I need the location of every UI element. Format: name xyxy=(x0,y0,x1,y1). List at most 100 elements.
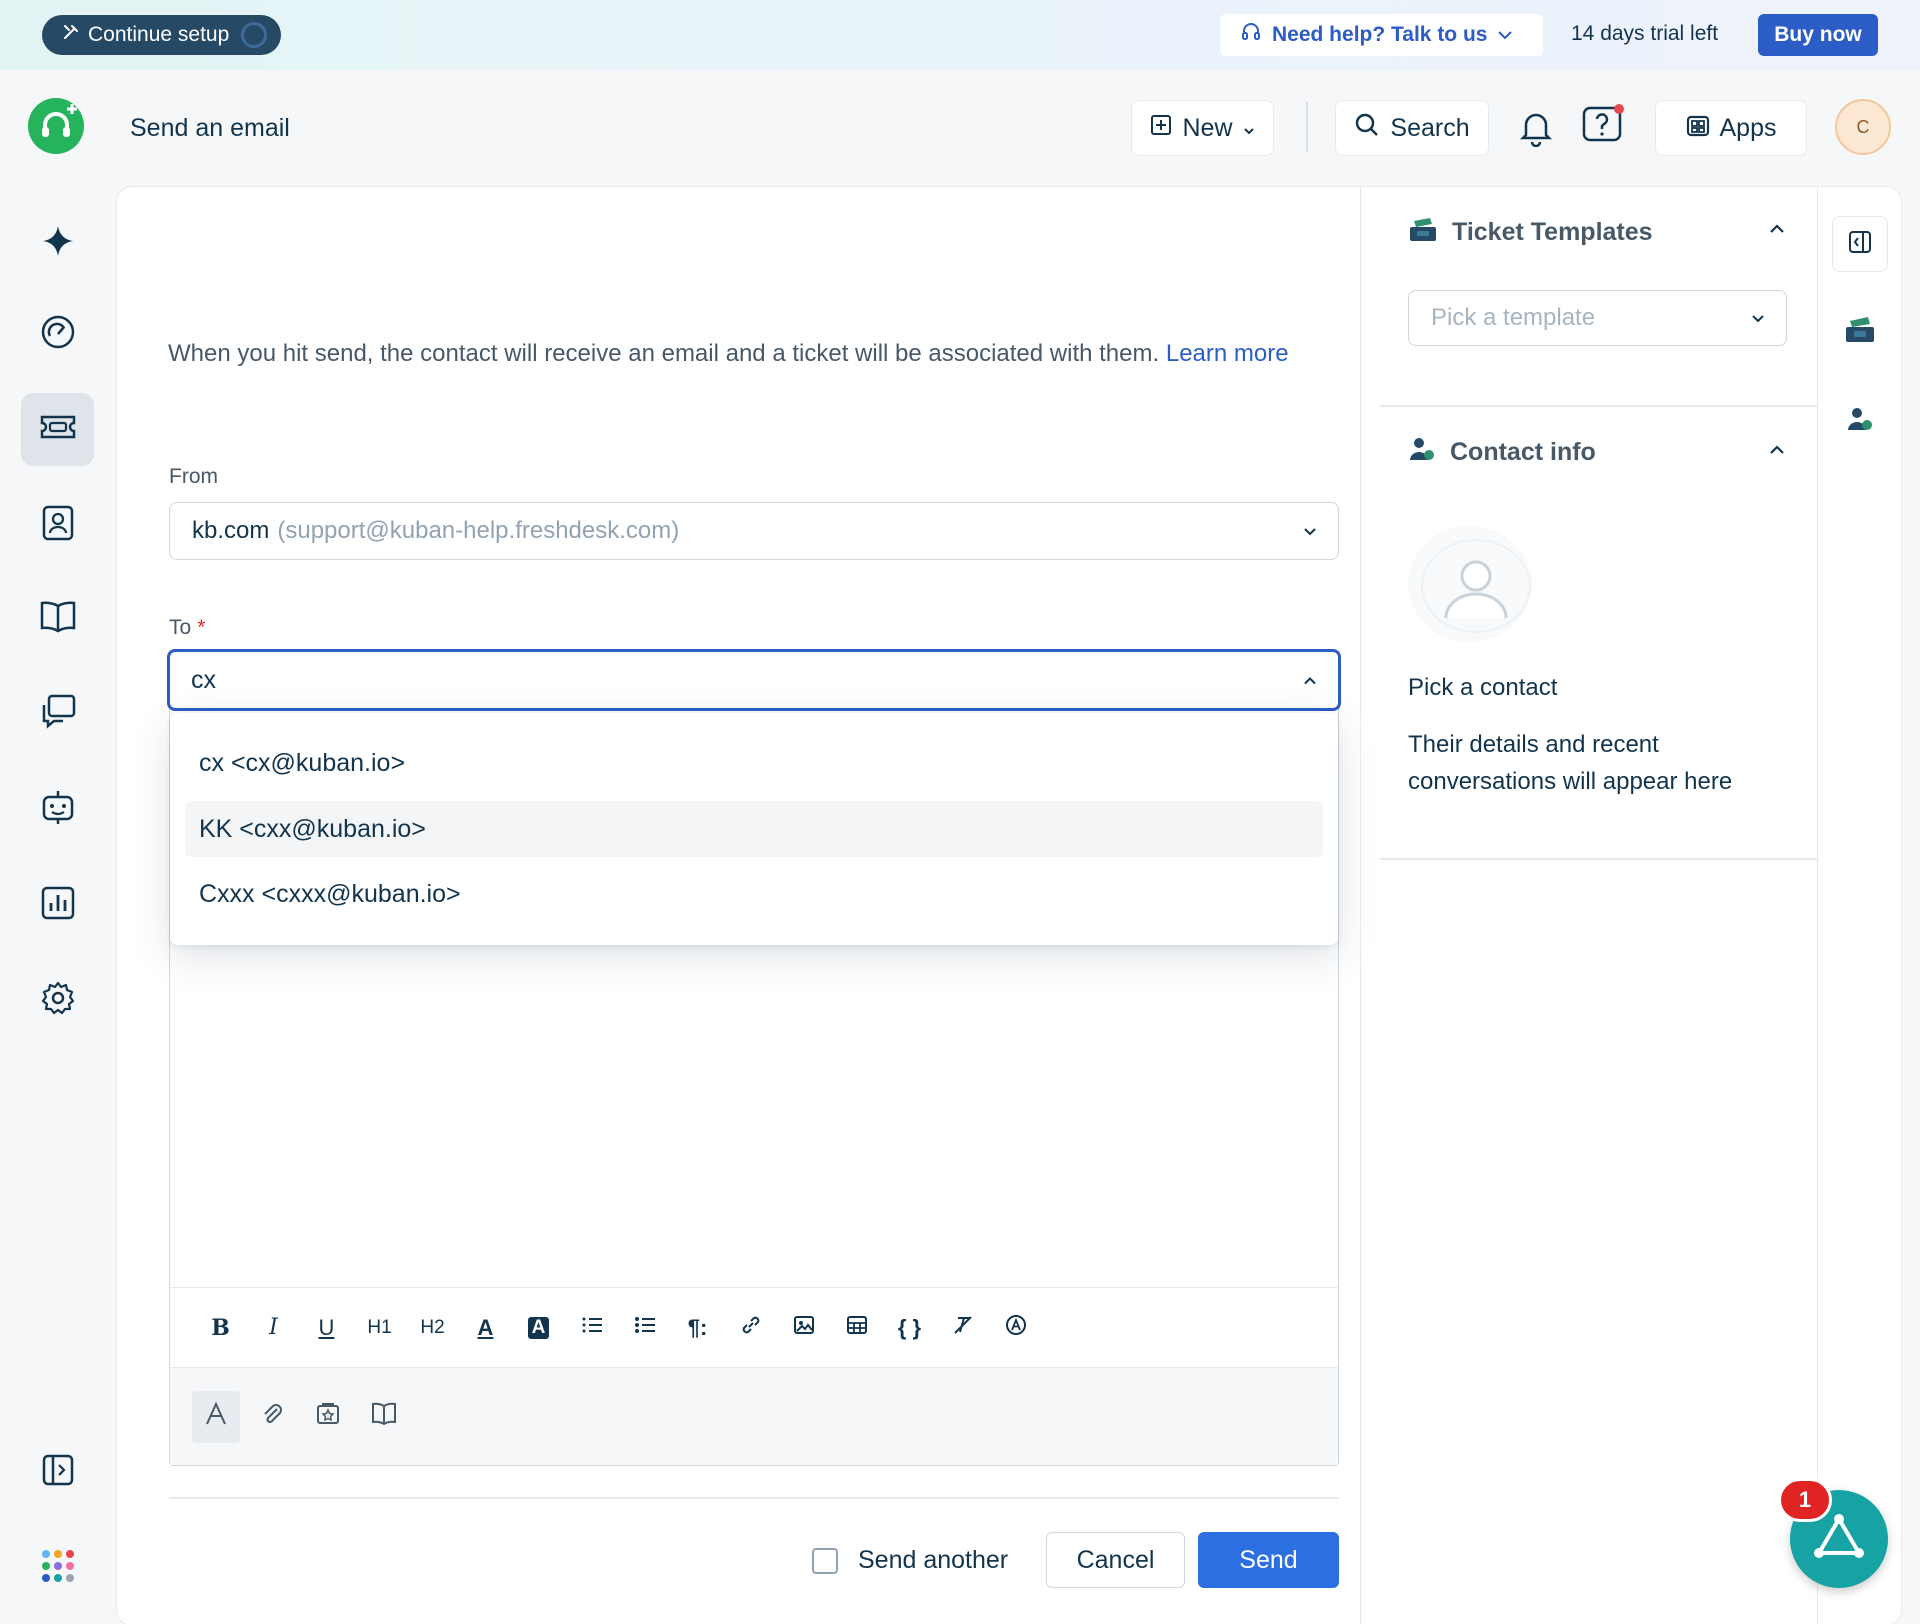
app-logo[interactable] xyxy=(28,98,84,154)
font-color-glyph: A xyxy=(477,1314,494,1340)
contact-book-icon xyxy=(41,504,75,547)
bot-icon xyxy=(39,788,77,831)
gear-icon xyxy=(40,980,76,1021)
bell-icon[interactable] xyxy=(1514,105,1558,149)
background-color-button[interactable]: A xyxy=(512,1308,565,1348)
recipient-suggestions-dropdown: cx <cx@kuban.io> KK <cxx@kuban.io> Cxxx … xyxy=(170,713,1338,945)
bullet-list-button[interactable] xyxy=(618,1308,671,1348)
to-label-text: To xyxy=(169,616,192,639)
app-grid-dots-icon xyxy=(39,1547,77,1590)
insert-table-button[interactable] xyxy=(830,1308,883,1348)
heading2-button[interactable]: H2 xyxy=(406,1308,459,1348)
link-icon xyxy=(740,1314,762,1342)
panel-divider xyxy=(1380,858,1817,860)
italic-button[interactable]: I xyxy=(247,1308,300,1348)
form-footer-divider xyxy=(169,1497,1339,1499)
italic-glyph: I xyxy=(269,1315,278,1340)
font-a-icon xyxy=(203,1401,229,1432)
search-icon xyxy=(1354,112,1380,145)
suggestion-option[interactable]: cx <cx@kuban.io> xyxy=(185,735,1323,791)
from-label: From xyxy=(169,465,218,488)
heading1-button[interactable]: H1 xyxy=(353,1308,406,1348)
h1-glyph: H1 xyxy=(367,1316,392,1338)
paragraph-glyph: ¶: xyxy=(687,1314,708,1340)
send-another-option[interactable]: Send another xyxy=(812,1546,1008,1575)
analytics-chart-icon xyxy=(40,885,76,926)
ticket-icon xyxy=(39,414,77,445)
clear-formatting-button[interactable] xyxy=(936,1308,989,1348)
contact-person-icon[interactable] xyxy=(1845,405,1875,438)
canned-response-button[interactable] xyxy=(304,1391,352,1443)
to-input[interactable]: cx xyxy=(167,649,1341,711)
nav-bots[interactable] xyxy=(21,773,94,846)
h2-glyph: H2 xyxy=(420,1316,445,1338)
send-another-checkbox[interactable] xyxy=(812,1547,838,1574)
text-format-toggle[interactable] xyxy=(192,1390,240,1443)
nav-freddy-ai[interactable] xyxy=(21,207,94,280)
chevron-down-icon xyxy=(1243,114,1255,143)
expand-sidebar-button[interactable] xyxy=(21,1436,94,1509)
font-color-button[interactable]: A xyxy=(459,1308,512,1348)
help-icon[interactable] xyxy=(1581,103,1625,147)
chevron-up-icon[interactable] xyxy=(1768,443,1786,462)
editor-actions-bar xyxy=(170,1367,1338,1465)
image-icon xyxy=(793,1314,815,1342)
nav-conversations[interactable] xyxy=(21,677,94,750)
paragraph-button[interactable]: ¶: xyxy=(671,1308,724,1348)
contact-placeholder-illustration xyxy=(1408,510,1538,657)
panel-collapse-icon xyxy=(1848,230,1872,259)
contact-details-hint: Their details and recent conversations w… xyxy=(1408,731,1733,795)
suggestion-option[interactable]: Cxxx <cxxx@kuban.io> xyxy=(185,866,1323,922)
need-help-button[interactable]: Need help? Talk to us xyxy=(1220,14,1543,56)
underline-button[interactable]: U xyxy=(300,1308,353,1348)
chevron-down-icon xyxy=(1750,304,1766,332)
spellcheck-button[interactable] xyxy=(989,1308,1042,1348)
notification-count-badge: 1 xyxy=(1778,1478,1832,1522)
product-switcher-button[interactable] xyxy=(21,1532,94,1605)
insert-solution-button[interactable] xyxy=(360,1391,408,1443)
insert-image-button[interactable] xyxy=(777,1308,830,1348)
send-another-label: Send another xyxy=(858,1546,1009,1574)
nav-knowledge-base[interactable] xyxy=(21,583,94,656)
bold-button[interactable]: B xyxy=(194,1308,247,1348)
buy-now-button[interactable]: Buy now xyxy=(1758,14,1878,56)
nav-tickets[interactable] xyxy=(21,393,94,466)
attach-file-button[interactable] xyxy=(248,1391,296,1443)
chat-bubbles-icon xyxy=(39,693,77,734)
contact-person-icon xyxy=(1408,436,1436,469)
nav-dashboard[interactable] xyxy=(21,298,94,371)
apps-label: Apps xyxy=(1719,113,1777,142)
to-label: To * xyxy=(169,616,205,640)
contact-info-title: Contact info xyxy=(1450,438,1596,466)
user-avatar[interactable]: C xyxy=(1835,99,1891,155)
chevron-up-icon[interactable] xyxy=(1768,222,1786,241)
sparkle-icon xyxy=(41,224,75,263)
ticket-template-icon[interactable] xyxy=(1843,314,1877,349)
continue-setup-button[interactable]: Continue setup xyxy=(42,15,282,55)
new-button[interactable]: New xyxy=(1131,100,1274,156)
insert-link-button[interactable] xyxy=(724,1308,777,1348)
cancel-button[interactable]: Cancel xyxy=(1046,1532,1185,1588)
contact-info-header[interactable]: Contact info xyxy=(1408,436,1596,469)
nav-contacts[interactable] xyxy=(21,489,94,562)
from-select[interactable]: kb.com (support@kuban-help.freshdesk.com… xyxy=(169,502,1339,560)
paperclip-icon xyxy=(260,1402,284,1431)
code-block-button[interactable]: { } xyxy=(883,1308,936,1348)
collapse-panel-button[interactable] xyxy=(1832,216,1888,272)
right-sidebar-panel xyxy=(1360,187,1817,1624)
search-button[interactable]: Search xyxy=(1335,100,1489,156)
right-icon-strip xyxy=(1817,187,1901,1624)
app-header: Send an email New Search Apps C xyxy=(0,70,1920,185)
ticket-templates-header[interactable]: Ticket Templates xyxy=(1408,215,1653,250)
nav-analytics[interactable] xyxy=(21,869,94,942)
page-title: Send an email xyxy=(130,114,290,142)
apps-button[interactable]: Apps xyxy=(1655,100,1807,156)
ticket-templates-title: Ticket Templates xyxy=(1452,218,1653,246)
suggestion-option[interactable]: KK <cxx@kuban.io> xyxy=(185,801,1323,857)
nav-admin-settings[interactable] xyxy=(21,964,94,1037)
numbered-list-button[interactable] xyxy=(565,1308,618,1348)
learn-more-link[interactable]: Learn more xyxy=(1166,340,1289,367)
template-select[interactable]: Pick a template xyxy=(1408,290,1787,346)
left-sidebar xyxy=(0,185,115,1624)
send-button[interactable]: Send xyxy=(1198,1532,1339,1588)
